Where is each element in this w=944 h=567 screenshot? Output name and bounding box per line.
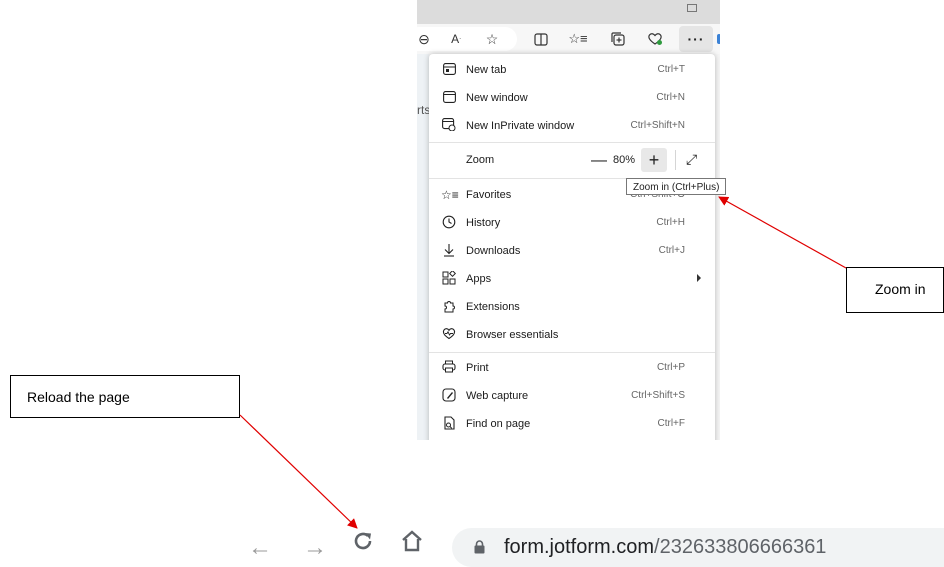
lock-icon[interactable] — [474, 540, 485, 554]
url-text: form.jotform.com/232633806666361 — [504, 536, 826, 559]
address-bar[interactable]: form.jotform.com/232633806666361 — [452, 528, 944, 567]
url-path: /232633806666361 — [654, 536, 827, 558]
annotation-arrows — [239, 196, 847, 529]
reload-icon — [354, 532, 372, 550]
url-domain: form.jotform.com — [504, 536, 655, 558]
zoom-in-arrow — [718, 196, 847, 269]
forward-button[interactable]: → — [303, 534, 327, 562]
home-button[interactable] — [400, 530, 424, 557]
home-icon — [402, 530, 422, 552]
back-button[interactable]: ← — [248, 534, 272, 562]
reload-button[interactable] — [352, 530, 374, 559]
reload-arrow — [239, 414, 358, 529]
